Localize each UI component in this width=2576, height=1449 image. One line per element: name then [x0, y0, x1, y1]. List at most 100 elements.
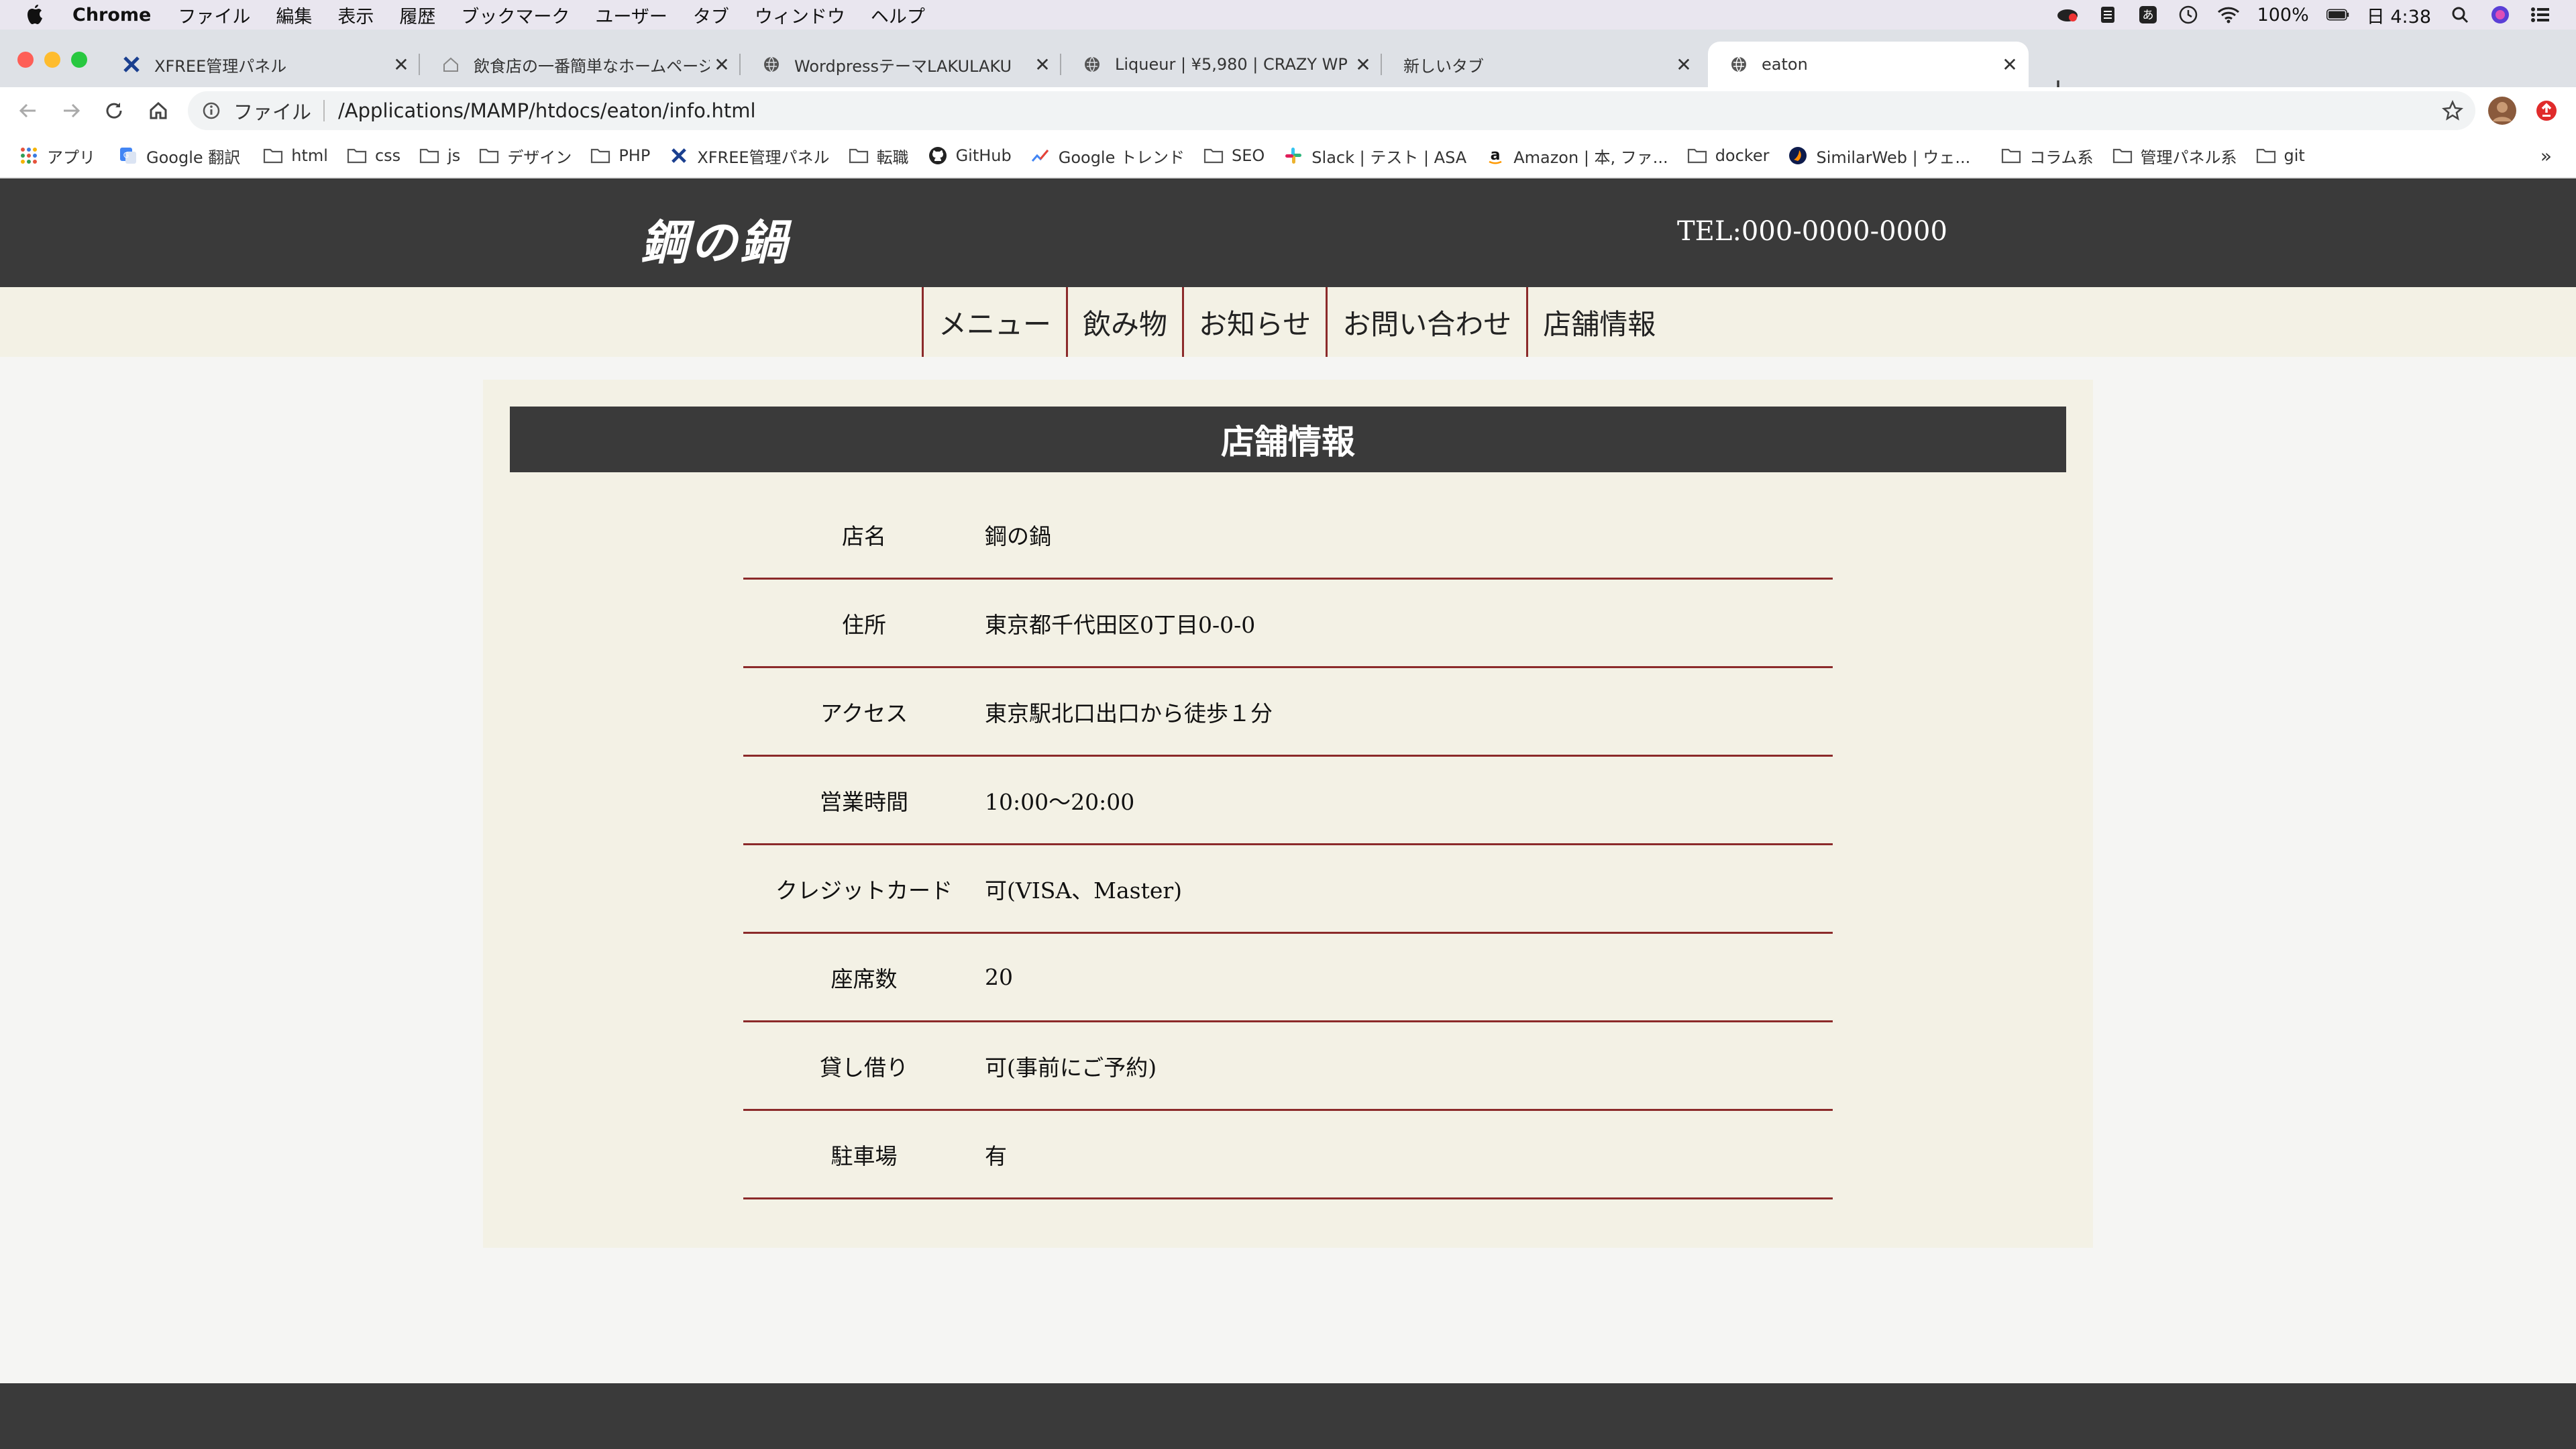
profile-avatar[interactable] — [2487, 96, 2517, 125]
menubar-status-area: あ 100% 日 4:38 — [2056, 2, 2552, 28]
bookmark-label: git — [2284, 146, 2305, 165]
menubar-clock[interactable]: 日 4:38 — [2367, 2, 2431, 28]
battery-icon[interactable] — [2326, 5, 2349, 25]
window-minimize-button[interactable] — [44, 52, 60, 68]
table-row: クレジットカード 可(VISA、Master) — [743, 845, 1833, 934]
house-icon — [441, 55, 460, 74]
bookmark-folder-seo[interactable]: SEO — [1203, 146, 1265, 165]
menu-window[interactable]: ウィンドウ — [755, 2, 845, 28]
tab-label: WordpressテーマLAKULAKU — [794, 56, 1012, 76]
bookmark-folder-docker[interactable]: docker — [1687, 146, 1769, 165]
bookmark-label: Google 翻訳 — [146, 148, 241, 167]
url-text[interactable]: /Applications/MAMP/htdocs/eaton/info.htm… — [338, 99, 756, 122]
global-nav: メニュー 飲み物 お知らせ お問い合わせ 店舗情報 — [0, 287, 2576, 357]
notes-icon[interactable] — [2096, 5, 2119, 25]
menu-help[interactable]: ヘルプ — [871, 2, 925, 28]
menu-user[interactable]: ユーザー — [595, 2, 667, 28]
info-icon[interactable] — [201, 101, 221, 121]
menu-view[interactable]: 表示 — [337, 2, 374, 28]
site-logo[interactable]: 鋼の鍋 — [641, 205, 790, 273]
bookmark-folder-html[interactable]: html — [263, 146, 328, 165]
close-icon[interactable]: ✕ — [1351, 52, 1375, 76]
window-close-button[interactable] — [17, 52, 34, 68]
folder-icon — [1687, 146, 1707, 165]
nav-item-store-info[interactable]: 店舗情報 — [1526, 287, 1670, 357]
bookmark-folder-admin-panel[interactable]: 管理パネル系 — [2112, 144, 2237, 168]
tab-restaurant-homepage[interactable]: 飲食店の一番簡単なホームページ作 ✕ — [420, 42, 741, 87]
bookmarks-overflow-button[interactable]: » — [2540, 145, 2552, 167]
creative-cloud-icon[interactable] — [2056, 5, 2079, 25]
home-icon[interactable] — [144, 96, 173, 125]
window-zoom-button[interactable] — [71, 52, 87, 68]
row-label: 住所 — [842, 611, 886, 638]
bookmark-apps[interactable]: アプリ — [19, 144, 95, 168]
bookmark-label: アプリ — [47, 148, 95, 167]
close-icon[interactable]: ✕ — [389, 52, 413, 76]
github-icon — [928, 146, 948, 165]
row-value: 有 — [985, 1142, 1007, 1169]
wifi-icon[interactable] — [2217, 5, 2240, 25]
tab-new-tab[interactable]: 新しいタブ ✕ — [1382, 42, 1703, 87]
close-icon[interactable]: ✕ — [710, 52, 734, 76]
store-info-section: 店舗情報 店名 鋼の鍋 住所 東京都千代田区0丁目0-0-0 アクセス 東京駅北… — [483, 380, 2093, 1248]
bookmark-folder-php[interactable]: PHP — [590, 146, 650, 165]
control-center-icon[interactable] — [2529, 5, 2552, 25]
bookmark-similarweb[interactable]: SimilarWeb | ウェ... — [1788, 144, 1970, 168]
globe-icon — [1083, 55, 1102, 74]
tab-lakulaku[interactable]: WordpressテーマLAKULAKU ✕ — [741, 42, 1061, 87]
bookmark-folder-jobs[interactable]: 転職 — [849, 144, 909, 168]
table-row: 営業時間 10:00〜20:00 — [743, 757, 1833, 845]
menu-bookmarks[interactable]: ブックマーク — [461, 2, 570, 28]
bookmark-folder-css[interactable]: css — [347, 146, 400, 165]
bookmark-folder-column[interactable]: コラム系 — [2001, 144, 2094, 168]
bookmark-google-trends[interactable]: Google トレンド — [1030, 144, 1185, 168]
browser-toolbar: ファイル /Applications/MAMP/htdocs/eaton/inf… — [0, 87, 2576, 134]
row-label: 駐車場 — [830, 1142, 898, 1169]
bookmark-folder-js[interactable]: js — [419, 146, 460, 165]
back-arrow-icon[interactable] — [13, 96, 43, 125]
bookmark-folder-design[interactable]: デザイン — [479, 144, 572, 168]
spotlight-search-icon[interactable] — [2449, 5, 2471, 25]
reload-icon[interactable] — [99, 96, 129, 125]
tab-xfree[interactable]: XFREE管理パネル ✕ — [101, 42, 420, 87]
row-label: クレジットカード — [775, 877, 953, 904]
menu-edit[interactable]: 編集 — [276, 2, 312, 28]
bookmark-xfree[interactable]: XFREE管理パネル — [669, 144, 830, 168]
battery-percent: 100% — [2257, 4, 2309, 25]
close-icon[interactable]: ✕ — [1998, 52, 2022, 76]
input-method-icon[interactable]: あ — [2137, 5, 2159, 25]
nav-item-menu[interactable]: メニュー — [922, 287, 1066, 357]
nav-item-news[interactable]: お知らせ — [1182, 287, 1326, 357]
forward-arrow-icon[interactable] — [56, 96, 86, 125]
close-icon[interactable]: ✕ — [1030, 52, 1055, 76]
globe-icon — [1729, 55, 1748, 74]
bookmark-slack[interactable]: Slack | テスト | ASA — [1283, 144, 1466, 168]
bookmark-label: Amazon | 本, ファ... — [1513, 148, 1668, 167]
tab-eaton[interactable]: eaton ✕ — [1708, 42, 2029, 87]
bookmark-amazon[interactable]: a Amazon | 本, ファ... — [1485, 144, 1668, 168]
bookmark-label: SimilarWeb | ウェ... — [1816, 148, 1971, 167]
nav-item-drinks[interactable]: 飲み物 — [1066, 287, 1182, 357]
address-bar[interactable]: ファイル /Applications/MAMP/htdocs/eaton/inf… — [188, 91, 2475, 130]
siri-icon[interactable] — [2489, 5, 2512, 25]
apple-icon[interactable] — [25, 4, 50, 25]
section-title: 店舗情報 — [510, 407, 2066, 472]
menu-file[interactable]: ファイル — [178, 2, 250, 28]
tab-liqueur[interactable]: Liqueur | ¥5,980 | CRAZY WP ✕ — [1061, 42, 1382, 87]
menu-history[interactable]: 履歴 — [399, 2, 435, 28]
extension-icon[interactable] — [2532, 96, 2561, 125]
app-menu-chrome[interactable]: Chrome — [72, 5, 151, 25]
bookmark-github[interactable]: GitHub — [928, 146, 1012, 165]
row-value: 20 — [985, 964, 1013, 990]
folder-icon — [479, 146, 499, 165]
tab-label: eaton — [1762, 55, 1808, 74]
nav-item-contact[interactable]: お問い合わせ — [1326, 287, 1526, 357]
folder-icon — [419, 146, 439, 165]
store-info-table: 店名 鋼の鍋 住所 東京都千代田区0丁目0-0-0 アクセス 東京駅北口出口から… — [743, 491, 1833, 1199]
bookmark-folder-git[interactable]: git — [2256, 146, 2305, 165]
bookmark-star-icon[interactable] — [2439, 100, 2466, 121]
bookmark-google-translate[interactable]: G Google 翻訳 — [118, 144, 240, 168]
time-machine-icon[interactable] — [2177, 5, 2200, 25]
close-icon[interactable]: ✕ — [1672, 52, 1696, 76]
menu-tab[interactable]: タブ — [693, 2, 729, 28]
